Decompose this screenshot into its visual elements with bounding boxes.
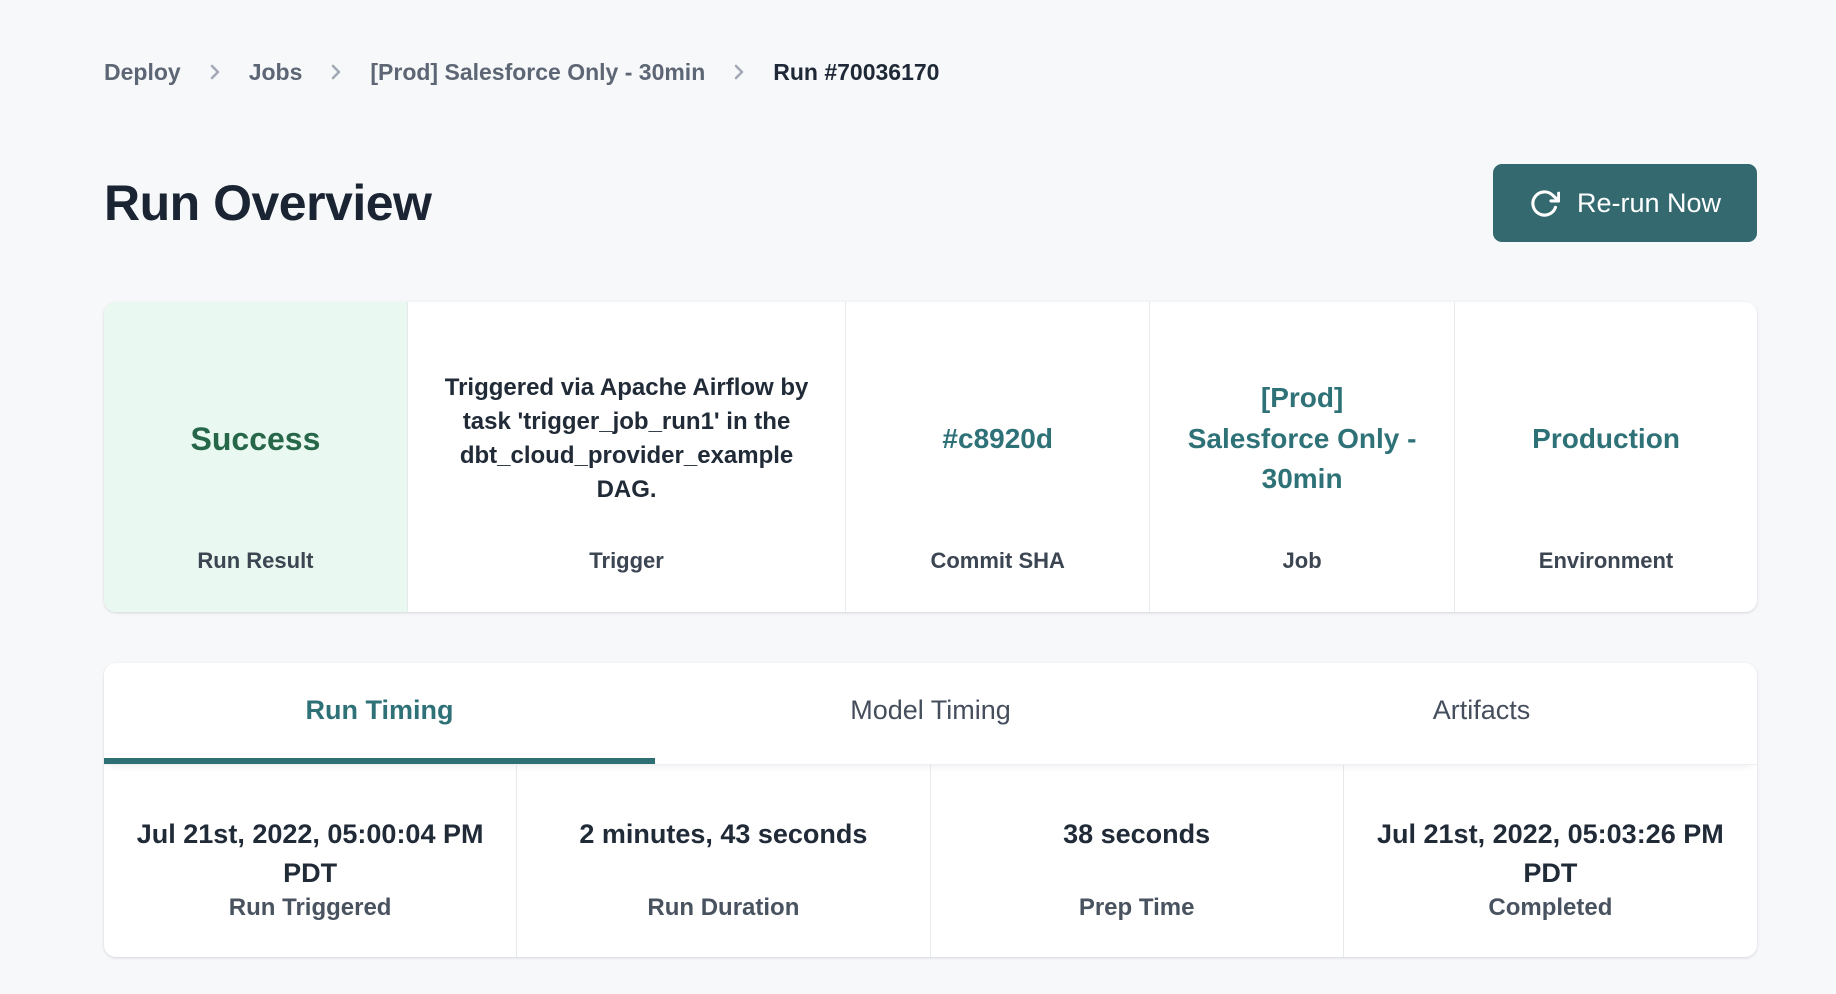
- summary-cell-commit-sha: #c8920d Commit SHA: [846, 302, 1150, 612]
- commit-sha-label: Commit SHA: [846, 548, 1149, 612]
- run-triggered-label: Run Triggered: [229, 893, 392, 923]
- run-detail-card: Run Timing Model Timing Artifacts Jul 21…: [104, 663, 1757, 957]
- chevron-right-icon: [324, 60, 348, 84]
- run-summary-card: Success Run Result Triggered via Apache …: [104, 302, 1757, 612]
- summary-cell-trigger: Triggered via Apache Airflow by task 'tr…: [408, 302, 846, 612]
- job-link[interactable]: [Prod] Salesforce Only - 30min: [1187, 378, 1417, 500]
- run-triggered-value: Jul 21st, 2022, 05:00:04 PM PDT: [120, 815, 500, 893]
- tab-artifacts[interactable]: Artifacts: [1206, 663, 1757, 764]
- timing-cell-completed: Jul 21st, 2022, 05:03:26 PM PDT Complete…: [1344, 765, 1757, 957]
- run-overview-page: Deploy Jobs [Prod] Salesforce Only - 30m…: [0, 0, 1836, 994]
- chevron-right-icon: [727, 60, 751, 84]
- summary-cell-environment: Production Environment: [1455, 302, 1757, 612]
- environment-label: Environment: [1455, 548, 1757, 612]
- breadcrumb-item-jobs[interactable]: Jobs: [249, 57, 303, 87]
- job-label: Job: [1150, 548, 1454, 612]
- timing-cell-run-triggered: Jul 21st, 2022, 05:00:04 PM PDT Run Trig…: [104, 765, 517, 957]
- breadcrumb: Deploy Jobs [Prod] Salesforce Only - 30m…: [104, 0, 1757, 87]
- commit-sha-link[interactable]: #c8920d: [942, 419, 1053, 460]
- summary-cell-job: [Prod] Salesforce Only - 30min Job: [1150, 302, 1455, 612]
- timing-cell-prep-time: 38 seconds Prep Time: [931, 765, 1344, 957]
- run-timing-panel: Jul 21st, 2022, 05:00:04 PM PDT Run Trig…: [104, 765, 1757, 957]
- timing-cell-run-duration: 2 minutes, 43 seconds Run Duration: [517, 765, 930, 957]
- run-duration-label: Run Duration: [647, 893, 799, 923]
- trigger-label: Trigger: [408, 548, 845, 612]
- rotate-cw-icon: [1529, 188, 1560, 219]
- completed-value: Jul 21st, 2022, 05:03:26 PM PDT: [1360, 815, 1740, 893]
- environment-link[interactable]: Production: [1532, 419, 1680, 460]
- rerun-now-button[interactable]: Re-run Now: [1493, 164, 1757, 242]
- prep-time-value: 38 seconds: [1063, 815, 1210, 893]
- page-title: Run Overview: [104, 174, 431, 232]
- tab-run-timing[interactable]: Run Timing: [104, 663, 655, 764]
- prep-time-label: Prep Time: [1079, 893, 1195, 923]
- breadcrumb-item-job-name[interactable]: [Prod] Salesforce Only - 30min: [370, 57, 705, 87]
- rerun-now-label: Re-run Now: [1577, 188, 1721, 219]
- breadcrumb-item-run-number: Run #70036170: [773, 57, 939, 87]
- run-duration-value: 2 minutes, 43 seconds: [579, 815, 867, 893]
- tab-model-timing[interactable]: Model Timing: [655, 663, 1206, 764]
- tab-bar: Run Timing Model Timing Artifacts: [104, 663, 1757, 765]
- completed-label: Completed: [1488, 893, 1612, 923]
- summary-cell-run-result: Success Run Result: [104, 302, 408, 612]
- run-result-label: Run Result: [104, 548, 407, 612]
- run-result-value: Success: [191, 421, 321, 458]
- trigger-value: Triggered via Apache Airflow by task 'tr…: [441, 371, 813, 507]
- chevron-right-icon: [203, 60, 227, 84]
- header: Run Overview Re-run Now: [104, 164, 1757, 242]
- breadcrumb-item-deploy[interactable]: Deploy: [104, 57, 181, 87]
